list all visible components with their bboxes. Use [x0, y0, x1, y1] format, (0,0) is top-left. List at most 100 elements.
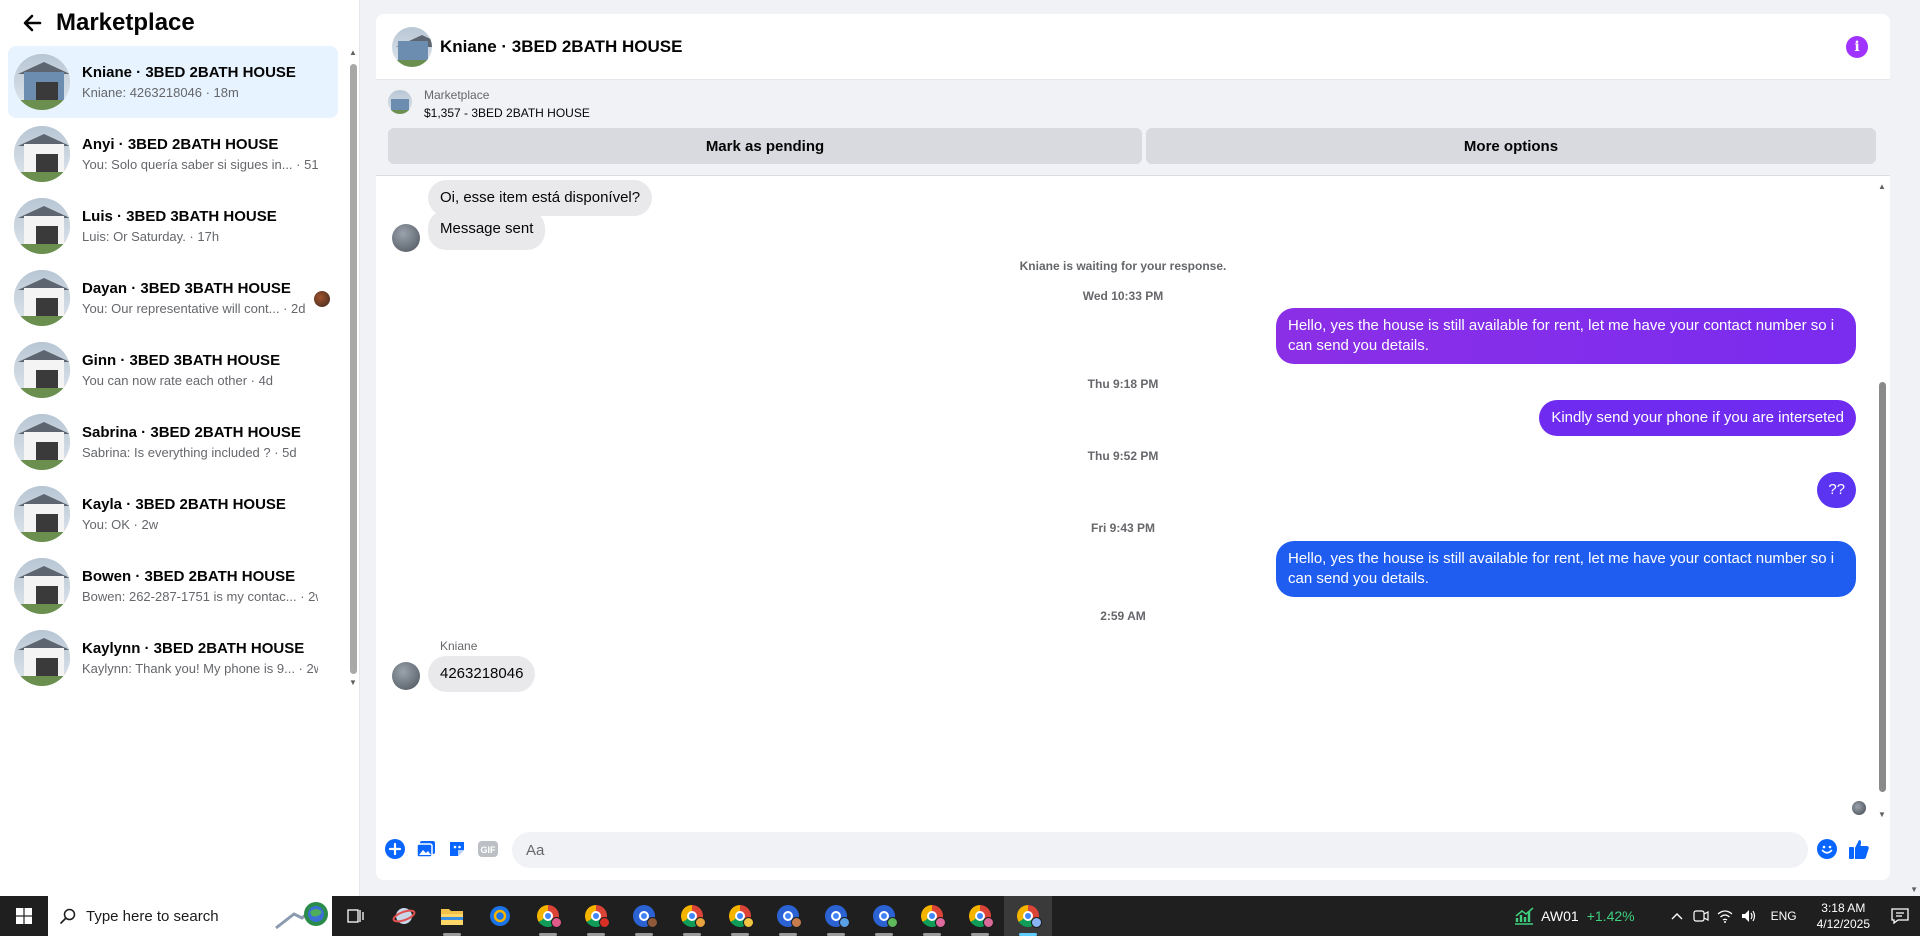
scroll-up-arrow-icon[interactable]: ▲	[349, 48, 357, 57]
message-outgoing[interactable]: Hello, yes the house is still available …	[1276, 541, 1856, 597]
conversation-name: Luis · 3BED 3BATH HOUSE	[82, 207, 277, 225]
camera-icon	[1692, 910, 1709, 922]
scrollbar-thumb[interactable]	[1879, 382, 1886, 792]
conversation-item[interactable]: Kayla · 3BED 2BATH HOUSE You: OK · 2w	[8, 478, 338, 550]
message-outgoing[interactable]: ??	[1817, 472, 1856, 508]
conversation-texts: Dayan · 3BED 3BATH HOUSE You: Our represe…	[82, 279, 318, 318]
page-scrollbar[interactable]: ▼	[1908, 0, 1920, 896]
message-outgoing[interactable]: Kindly send your phone if you are inters…	[1539, 400, 1856, 436]
mark-as-pending-button[interactable]: Mark as pending	[388, 128, 1142, 164]
message-incoming[interactable]: 4263218046	[428, 656, 536, 692]
conversation-item[interactable]: Dayan · 3BED 3BATH HOUSE You: Our represe…	[8, 262, 338, 334]
taskbar-app-chrome-profile-2[interactable]	[524, 896, 572, 936]
timestamp: Fri 9:43 PM	[1090, 521, 1156, 535]
start-button[interactable]	[0, 896, 48, 936]
photo-icon[interactable]	[415, 838, 437, 860]
conversation-texts: Kaylynn · 3BED 2BATH HOUSE Kaylynn: Thank…	[82, 639, 318, 678]
sender-avatar[interactable]	[392, 224, 420, 252]
listing-thumbnail[interactable]	[388, 90, 412, 114]
scrollbar-thumb[interactable]	[350, 64, 357, 674]
conversation-name: Bowen · 3BED 2BATH HOUSE	[82, 567, 296, 585]
conversation-preview: You can now rate each other · 4d	[82, 372, 274, 388]
emoji-icon[interactable]	[1816, 838, 1838, 860]
arrow-left-icon	[23, 14, 42, 32]
notification-center-button[interactable]	[1880, 896, 1920, 936]
conversation-name: Kniane · 3BED 2BATH HOUSE	[82, 63, 296, 81]
conversation-item[interactable]: Ginn · 3BED 3BATH HOUSE You can now rate …	[8, 334, 338, 406]
chat-title[interactable]: Kniane · 3BED 2BATH HOUSE	[440, 37, 682, 57]
listing-thumbnail	[14, 126, 70, 182]
scroll-down-arrow-icon[interactable]: ▼	[349, 678, 357, 687]
refresh-circle-icon	[490, 906, 510, 926]
sender-name: Kniane	[440, 639, 478, 653]
chat-scrollbar[interactable]: ▲ ▼	[1876, 182, 1888, 822]
conversation-name: Anyi · 3BED 2BATH HOUSE	[82, 135, 279, 153]
system-clock[interactable]: 3:18 AM 4/12/2025	[1817, 900, 1870, 932]
info-icon[interactable]: i	[1846, 36, 1868, 58]
chat-avatar[interactable]	[392, 26, 432, 67]
message-composer: GIF	[376, 828, 1890, 872]
listing-thumbnail	[14, 414, 70, 470]
sidebar-scrollbar[interactable]: ▲ ▼	[348, 48, 358, 688]
gif-icon[interactable]: GIF	[477, 838, 499, 860]
taskbar-app-chrome-profile-6[interactable]	[716, 896, 764, 936]
meet-now-button[interactable]	[1689, 896, 1713, 936]
more-options-button[interactable]: More options	[1146, 128, 1876, 164]
sender-avatar[interactable]	[392, 662, 420, 690]
conversation-item[interactable]: Luis · 3BED 3BATH HOUSE Luis: Or Saturday…	[8, 190, 338, 262]
taskbar-app-chrome-profile-10[interactable]	[908, 896, 956, 936]
scroll-up-arrow-icon[interactable]: ▲	[1878, 182, 1886, 191]
scroll-down-arrow-icon[interactable]: ▼	[1878, 810, 1886, 819]
show-hidden-icons-button[interactable]	[1665, 896, 1689, 936]
plus-icon[interactable]	[384, 838, 406, 860]
back-button[interactable]	[20, 11, 44, 35]
conversation-list: Kniane · 3BED 2BATH HOUSE Kniane: 4263218…	[8, 46, 338, 694]
chevron-up-icon	[1671, 913, 1683, 920]
taskbar-app-chrome-profile-3[interactable]	[572, 896, 620, 936]
message-incoming[interactable]: Message sent	[428, 210, 546, 250]
volume-button[interactable]	[1737, 896, 1761, 936]
conversation-texts: Kayla · 3BED 2BATH HOUSE You: OK · 2w	[82, 495, 318, 534]
windows-taskbar: Type here to search AW01 +1.42% ENG 3:18…	[0, 896, 1920, 936]
scroll-down-arrow-icon[interactable]: ▼	[1910, 885, 1918, 894]
message-input[interactable]	[512, 832, 1808, 868]
stock-widget[interactable]: AW01 +1.42%	[1513, 906, 1635, 926]
conversation-item[interactable]: Kniane · 3BED 2BATH HOUSE Kniane: 4263218…	[8, 46, 338, 118]
taskbar-app-chrome-profile-11[interactable]	[956, 896, 1004, 936]
profile-badge	[887, 917, 898, 928]
taskbar-app-chrome-profile-4[interactable]	[620, 896, 668, 936]
conversation-item[interactable]: Kaylynn · 3BED 2BATH HOUSE Kaylynn: Thank…	[8, 622, 338, 694]
taskbar-app-chrome-active[interactable]	[1004, 896, 1052, 936]
taskbar-app-chrome-profile-5[interactable]	[668, 896, 716, 936]
profile-badge	[935, 917, 946, 928]
message-outgoing[interactable]: Hello, yes the house is still available …	[1276, 308, 1856, 364]
listing-thumbnail	[14, 630, 70, 686]
task-view-button[interactable]	[332, 896, 380, 936]
listing-item-title[interactable]: $1,357 - 3BED 2BATH HOUSE	[424, 106, 590, 120]
taskbar-app-planet[interactable]	[380, 896, 428, 936]
taskbar-app-chrome-profile-9[interactable]	[860, 896, 908, 936]
timestamp: Thu 9:52 PM	[1087, 449, 1159, 463]
taskbar-search[interactable]: Type here to search	[48, 896, 332, 936]
conversation-preview: Luis: Or Saturday. · 17h	[82, 228, 220, 244]
thumbs-up-icon[interactable]	[1848, 838, 1870, 860]
profile-badge	[551, 917, 562, 928]
conversation-item[interactable]: Sabrina · 3BED 2BATH HOUSE Sabrina: Is ev…	[8, 406, 338, 478]
taskbar-app-chrome-profile-8[interactable]	[812, 896, 860, 936]
conversation-texts: Anyi · 3BED 2BATH HOUSE You: Solo quería …	[82, 135, 318, 174]
search-icon	[60, 908, 76, 924]
sticker-icon[interactable]	[446, 838, 468, 860]
sidebar-title: Marketplace	[56, 9, 195, 36]
input-language[interactable]: ENG	[1771, 909, 1797, 923]
conversation-name: Ginn · 3BED 3BATH HOUSE	[82, 351, 281, 369]
chat-panel: Kniane · 3BED 2BATH HOUSE i Marketplace …	[376, 14, 1890, 880]
taskbar-app-chrome-profile-1[interactable]	[476, 896, 524, 936]
network-button[interactable]	[1713, 896, 1737, 936]
conversation-item[interactable]: Bowen · 3BED 2BATH HOUSE Bowen: 262-287-1…	[8, 550, 338, 622]
listing-banner: Marketplace $1,357 - 3BED 2BATH HOUSE Ma…	[376, 80, 1890, 176]
conversation-preview: Kniane: 4263218046 · 18m	[82, 84, 239, 100]
taskbar-app-file-explorer[interactable]	[428, 896, 476, 936]
taskbar-app-chrome-profile-7[interactable]	[764, 896, 812, 936]
conversation-item[interactable]: Anyi · 3BED 2BATH HOUSE You: Solo quería …	[8, 118, 338, 190]
profile-badge	[983, 917, 994, 928]
